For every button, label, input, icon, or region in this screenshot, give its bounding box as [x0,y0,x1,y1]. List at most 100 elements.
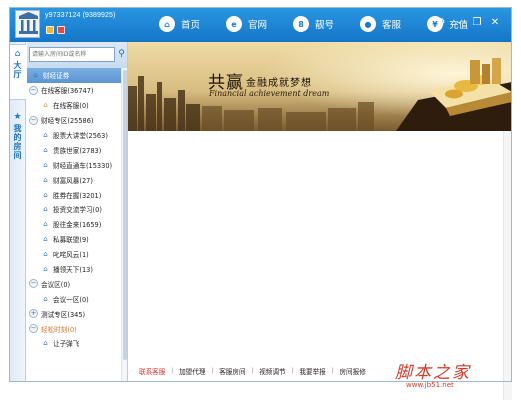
nav-vip-number-label: 靓号 [315,20,335,31]
tree-group[interactable]: − 轻松时刻(0) [27,321,122,336]
room-icon: ⌂ [43,145,48,154]
tree-node-label: 财富风暴(27) [53,176,93,185]
room-icon: ⌂ [43,339,48,348]
tree-room-item[interactable]: ⌂ 在线客服(0) [27,98,122,113]
tree-room-item[interactable]: ⌂ 私募联盟(9) [27,232,122,247]
link-contact-service[interactable]: 联系客服 [139,366,165,376]
tree-node-label: 叱咤风云(1) [53,251,89,260]
banner-background [128,42,512,131]
room-icon: ⌂ [43,175,48,184]
link-divider: | [171,367,174,374]
room-tree-panel: ⚲ ⌂财经证券−在线客服(36747)⌂在线客服(0)−财经专区(25586)⌂… [27,42,128,382]
link-divider: | [211,367,214,374]
watermark-url: www.jb51.net [406,381,454,389]
room-icon: ⌂ [43,220,48,229]
room-icon: ⌂ [33,71,38,80]
user-id-text: y97337124 (9389925) [45,12,116,19]
tree-node-label: 财经专区(25586) [41,117,94,126]
tree-room-item[interactable]: ⌂ 胜券在握(3201) [27,187,122,202]
message-icon[interactable] [57,26,65,34]
link-service-room[interactable]: 客服房间 [219,366,245,376]
tree-room-item[interactable]: ⌂ 播领天下(13) [27,262,122,277]
tree-scrollbar[interactable] [121,68,127,382]
building-logo-icon [15,10,40,38]
room-icon: ⌂ [43,265,48,274]
ie-icon: e [226,16,243,32]
nav-vip-number[interactable]: 8 靓号 [293,11,334,37]
room-icon: ⌂ [43,294,48,303]
tree-room-item[interactable]: ⌂ 让子弹飞 [27,336,122,351]
room-icon: ⌂ [43,250,48,259]
tree-room-item[interactable]: ⌂ 财经直通车(15330) [27,157,122,172]
room-icon: ⌂ [43,235,48,244]
watermark-logo: 脚本之家 [395,363,471,383]
tree-group[interactable]: − 在线客服(36747) [27,83,122,98]
expand-icon[interactable]: + [29,309,38,319]
collapse-icon[interactable]: − [29,279,38,289]
tree-node-label: 轻松时刻(0) [41,325,77,334]
user-icon: ● [360,16,377,32]
banner-subtitle: 金融成就梦想 [246,78,312,89]
search-bar: ⚲ [27,42,127,68]
tab-lobby[interactable]: ⌂ 大厅 [9,44,26,100]
title-bar: y97337124 (9389925) ⌂ 首页 e 官网 8 靓号 ● 客服 … [9,7,512,42]
close-icon[interactable]: ✕ [486,15,504,31]
tree-node-label: 财经直通车(15330) [53,161,113,170]
vertical-tab-strip: ⌂ 大厅 ★ 我的房间 [9,42,26,382]
tree-node-label: 让子弹飞 [53,340,80,349]
window-controls: ⚙ – ❐ ✕ [432,15,504,31]
home-icon: ⌂ [14,49,21,59]
nav-service-label: 客服 [382,20,402,31]
link-divider: | [331,367,334,374]
banner-english: Financial achievement dream [209,89,330,98]
level-badge-icon[interactable] [46,26,54,34]
tree-group[interactable]: − 财经专区(25586) [27,113,122,128]
tree-node-label: 在线客服(0) [53,102,89,111]
nav-website[interactable]: e 官网 [226,11,267,37]
settings-icon[interactable]: ⚙ [432,15,450,31]
tree-node-label: 会议一区(0) [53,295,89,304]
link-join-agent[interactable]: 加盟代理 [179,366,205,376]
search-icon[interactable]: ⚲ [116,47,127,62]
tab-my-rooms-label: 我的房间 [13,124,22,160]
star-icon: ★ [13,112,22,122]
tree-room-item[interactable]: ⌂ 贵族世家(2783) [27,142,122,157]
tree-node-label: 胜券在握(3201) [53,191,102,200]
link-room-repair[interactable]: 房间报修 [339,366,365,376]
tree-room-item[interactable]: ⌂ 投资交流学习(0) [27,202,122,217]
tree-category-header[interactable]: ⌂ 财经证券 [27,68,122,83]
banner: 共赢 金融成就梦想 Financial achievement dream [128,42,512,131]
nav-home[interactable]: ⌂ 首页 [159,11,200,37]
nav-home-label: 首页 [181,20,201,31]
tree-group[interactable]: + 测试专区(345) [27,306,122,321]
collapse-icon[interactable]: − [29,324,38,334]
tree-group[interactable]: − 会议区(0) [27,276,122,291]
tree-node-label: 股往金来(1659) [53,221,102,230]
tab-my-rooms[interactable]: ★ 我的房间 [9,108,26,168]
link-video-adjust[interactable]: 视频调节 [259,366,285,376]
tree-room-item[interactable]: ⌂ 股往金来(1659) [27,217,122,232]
number-icon: 8 [293,16,310,32]
room-tree: ⌂ 财经证券 − 在线客服(36747) ⌂ 在线客服(0) − 财经专区(25586) ⌂ 股票… [27,68,122,382]
link-divider: | [291,367,294,374]
content-scrollbar[interactable] [503,131,512,400]
search-input[interactable] [29,47,115,62]
tree-room-item[interactable]: ⌂ 会议一区(0) [27,291,122,306]
collapse-icon[interactable]: − [29,85,38,95]
room-icon: ⌂ [43,160,48,169]
tree-node-label: 播领天下(13) [53,266,93,275]
nav-service[interactable]: ● 客服 [360,11,401,37]
link-report[interactable]: 我要举报 [299,366,325,376]
tree-node-label: 在线客服(36747) [41,87,94,96]
tree-node-label: 私募联盟(9) [53,236,89,245]
restore-icon[interactable]: ❐ [468,15,486,31]
room-icon: ⌂ [43,205,48,214]
minimize-icon[interactable]: – [450,15,468,31]
nav-website-label: 官网 [248,20,268,31]
tree-scrollbar-thumb[interactable] [123,70,127,360]
collapse-icon[interactable]: − [29,115,38,125]
tree-room-item[interactable]: ⌂ 股票大讲堂(2563) [27,128,122,143]
tree-node-label: 贵族世家(2783) [53,146,102,155]
tree-room-item[interactable]: ⌂ 财富风暴(27) [27,172,122,187]
tree-room-item[interactable]: ⌂ 叱咤风云(1) [27,247,122,262]
